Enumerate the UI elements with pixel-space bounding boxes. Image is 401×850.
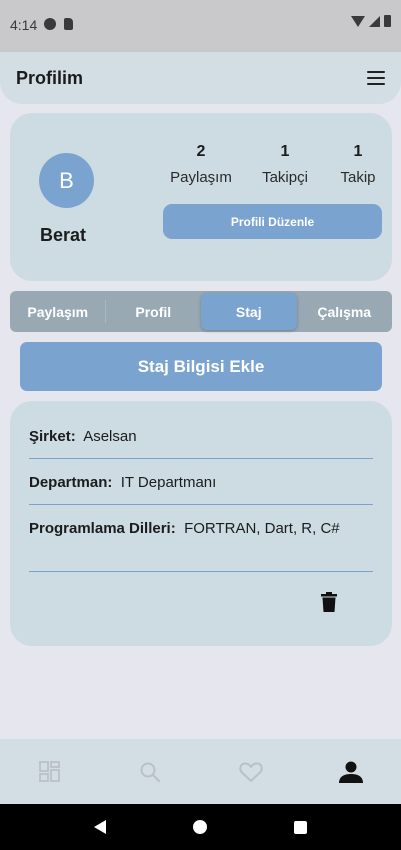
nav-item-profile[interactable] bbox=[301, 739, 401, 804]
profile-tabs: Paylaşım Profil Staj Çalışma bbox=[10, 291, 392, 332]
stat-posts-value: 2 bbox=[196, 143, 206, 160]
stat-following[interactable]: 1 Takip bbox=[332, 143, 384, 186]
edit-profile-button[interactable]: Profili Düzenle bbox=[163, 204, 382, 239]
department-row: Departman: IT Departmanı bbox=[29, 474, 373, 492]
tab-internship-label: Staj bbox=[235, 303, 262, 320]
grid-icon bbox=[39, 760, 61, 782]
tab-posts[interactable]: Paylaşım bbox=[10, 291, 106, 332]
wifi-icon bbox=[351, 15, 365, 27]
languages-value: FORTRAN, Dart, R, C# bbox=[184, 520, 340, 537]
trash-icon[interactable] bbox=[321, 592, 337, 612]
divider bbox=[29, 504, 373, 505]
languages-label: Programlama Dilleri: bbox=[29, 520, 176, 537]
tab-posts-label: Paylaşım bbox=[27, 303, 89, 320]
department-label: Departman: bbox=[29, 474, 113, 491]
tab-internship[interactable]: Staj bbox=[201, 293, 297, 330]
tab-profile[interactable]: Profil bbox=[106, 291, 202, 332]
divider bbox=[29, 458, 373, 459]
user-name: Berat bbox=[40, 225, 87, 245]
bottom-nav bbox=[0, 739, 401, 804]
internship-card: Şirket: Aselsan Departman: IT Departmanı… bbox=[10, 401, 392, 646]
menu-icon[interactable] bbox=[367, 71, 385, 85]
heart-icon bbox=[238, 761, 263, 782]
department-value: IT Departmanı bbox=[120, 474, 217, 491]
status-time: 4:14 bbox=[10, 17, 38, 33]
add-internship-button[interactable]: Staj Bilgisi Ekle bbox=[20, 342, 382, 391]
stat-posts[interactable]: 2 Paylaşım bbox=[166, 143, 236, 186]
battery-icon bbox=[384, 15, 391, 27]
tab-profile-label: Profil bbox=[135, 303, 172, 320]
page-title: Profilim bbox=[16, 68, 84, 88]
divider bbox=[29, 571, 373, 572]
search-icon bbox=[140, 762, 161, 782]
languages-row: Programlama Dilleri: FORTRAN, Dart, R, C… bbox=[29, 520, 373, 538]
avatar[interactable]: B bbox=[39, 153, 94, 208]
stat-followers-label: Takipçi bbox=[262, 169, 308, 186]
profile-card: B Berat 2 Paylaşım 1 Takipçi 1 Takip Pro… bbox=[10, 113, 392, 281]
signal-icon bbox=[369, 15, 380, 27]
company-value: Aselsan bbox=[83, 428, 137, 445]
notification-icon bbox=[44, 18, 56, 30]
stat-followers[interactable]: 1 Takipçi bbox=[254, 143, 316, 186]
nav-item-feed[interactable] bbox=[0, 739, 100, 804]
tab-work[interactable]: Çalışma bbox=[297, 291, 393, 332]
company-label: Şirket: bbox=[29, 428, 76, 445]
nav-item-favorites[interactable] bbox=[201, 739, 301, 804]
back-icon[interactable] bbox=[93, 820, 106, 834]
stat-following-value: 1 bbox=[353, 143, 363, 160]
status-indicators bbox=[351, 15, 391, 27]
nav-item-search[interactable] bbox=[100, 739, 200, 804]
system-nav-bar bbox=[0, 804, 401, 850]
tab-work-label: Çalışma bbox=[317, 303, 372, 320]
person-icon bbox=[338, 761, 363, 783]
stat-following-label: Takip bbox=[340, 169, 376, 186]
recents-icon[interactable] bbox=[294, 820, 308, 834]
home-icon[interactable] bbox=[192, 820, 207, 834]
stat-followers-value: 1 bbox=[280, 143, 290, 160]
app-bar: 4:14 Profilim bbox=[0, 0, 401, 104]
stat-posts-label: Paylaşım bbox=[170, 169, 232, 186]
status-bar: 4:14 bbox=[0, 0, 401, 52]
sim-card-icon bbox=[64, 18, 73, 30]
company-row: Şirket: Aselsan bbox=[29, 428, 373, 446]
